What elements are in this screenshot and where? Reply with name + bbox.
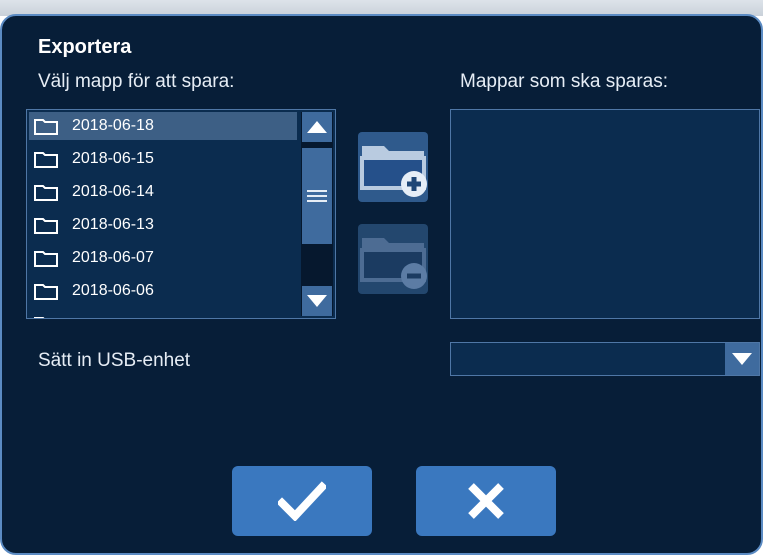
choose-folder-label: Välj mapp för att spara: <box>38 71 235 92</box>
folder-list-item[interactable]: 2018-06-06 <box>29 277 297 305</box>
folder-list-item[interactable]: 2018-06-13 <box>29 211 297 239</box>
folder-list-item-label: 2018-06-13 <box>72 216 154 233</box>
confirm-button[interactable] <box>232 466 372 536</box>
scroll-up-button[interactable] <box>302 112 332 142</box>
folder-icon <box>34 118 58 135</box>
folder-list-item[interactable]: 2018-06-07 <box>29 244 297 272</box>
folder-icon <box>34 250 58 267</box>
add-folder-button[interactable] <box>358 132 428 202</box>
scroll-thumb[interactable] <box>302 148 332 244</box>
folder-icon <box>34 217 58 234</box>
checkmark-icon <box>278 481 326 521</box>
folder-list-scrollbar[interactable] <box>301 112 333 316</box>
folder-list-rows: 2018-06-18 2018-06-15 2018-06-14 2018-06… <box>27 110 297 318</box>
folder-list-item-label: 2018-06-18 <box>72 117 154 134</box>
folder-remove-icon <box>360 238 427 289</box>
folders-to-save-list[interactable] <box>450 109 760 319</box>
folder-add-icon <box>360 146 427 197</box>
folder-icon <box>34 151 58 168</box>
usb-label: Sätt in USB-enhet <box>38 350 191 371</box>
folder-list-item-label: 2018-06-07 <box>72 249 154 266</box>
cancel-button[interactable] <box>416 466 556 536</box>
close-icon <box>468 483 504 519</box>
dialog-title: Exportera <box>38 36 132 58</box>
folder-icon <box>34 184 58 201</box>
export-dialog: Exportera Välj mapp för att spara: Mappa… <box>0 14 763 555</box>
grip-icon <box>307 187 327 205</box>
remove-folder-button[interactable] <box>358 224 428 294</box>
usb-device-dropdown[interactable] <box>450 342 760 376</box>
usb-dropdown-toggle[interactable] <box>725 343 759 375</box>
folders-to-save-label: Mappar som ska sparas: <box>460 71 669 92</box>
folder-icon <box>34 283 58 300</box>
folder-icon <box>34 316 45 318</box>
arrow-down-icon <box>307 295 327 307</box>
folder-list-item-label: 2018-06-15 <box>72 150 154 167</box>
scroll-down-button[interactable] <box>302 286 332 316</box>
folder-list-item[interactable]: 2018-06-18 <box>29 112 297 140</box>
folder-list[interactable]: 2018-06-18 2018-06-15 2018-06-14 2018-06… <box>26 109 336 319</box>
chevron-down-icon <box>732 353 752 365</box>
arrow-up-icon <box>307 121 327 133</box>
folder-list-item[interactable]: 2018-06-14 <box>29 178 297 206</box>
folder-list-item-partial[interactable] <box>29 310 297 318</box>
folder-list-item[interactable]: 2018-06-15 <box>29 145 297 173</box>
folder-list-item-label: 2018-06-06 <box>72 282 154 299</box>
folder-list-item-label: 2018-06-14 <box>72 183 154 200</box>
